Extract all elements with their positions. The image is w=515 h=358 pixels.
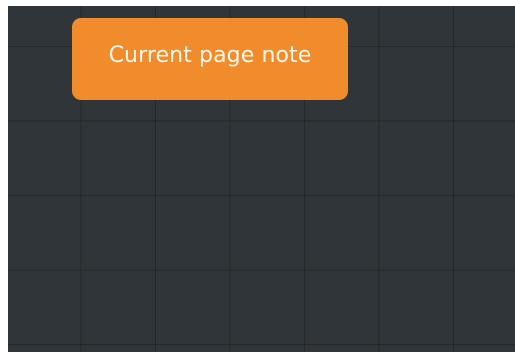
bottom-edge xyxy=(0,352,515,358)
note-canvas[interactable]: Current page note xyxy=(8,6,515,352)
current-page-note-button[interactable]: Current page note xyxy=(72,18,348,100)
current-page-note-label: Current page note xyxy=(108,43,312,68)
